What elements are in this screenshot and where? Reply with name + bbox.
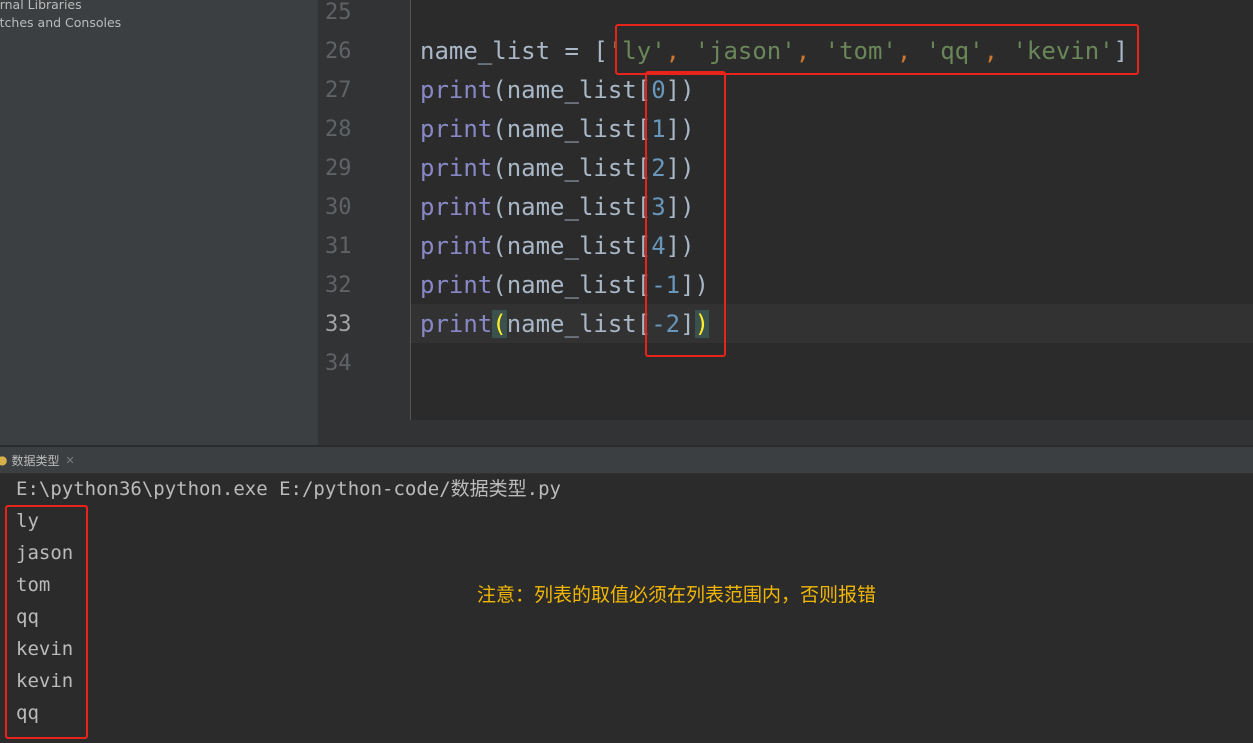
matched-paren: ( xyxy=(492,310,507,338)
builtin-print: print xyxy=(420,76,493,104)
tree-item-external-libraries[interactable]: ernal Libraries xyxy=(0,0,82,12)
console-command-line: E:\python36\python.exe E:/python-code/数据… xyxy=(16,478,561,500)
identifier: name_list xyxy=(506,232,637,260)
line-number: 29 xyxy=(325,156,352,181)
identifier: name_list xyxy=(506,154,637,182)
operator: = xyxy=(550,37,594,65)
identifier: name_list xyxy=(420,37,551,65)
bracket: [ xyxy=(593,37,608,65)
tree-item-scratches-and-consoles[interactable]: atches and Consoles xyxy=(0,15,121,30)
annotation-box-output xyxy=(5,505,88,739)
project-sidebar: ernal Libraries atches and Consoles xyxy=(0,0,318,445)
builtin-print: print xyxy=(420,232,493,260)
identifier: name_list xyxy=(506,193,637,221)
run-tab[interactable]: ● 数据类型 ✕ xyxy=(0,447,75,473)
identifier: name_list xyxy=(506,271,637,299)
builtin-print: print xyxy=(420,115,493,143)
builtin-print: print xyxy=(420,271,493,299)
line-number: 26 xyxy=(325,39,352,64)
run-tool-window-header: ● 数据类型 ✕ xyxy=(0,447,1253,474)
editor-footer-strip xyxy=(318,420,1253,445)
builtin-print: print xyxy=(420,193,493,221)
builtin-print: print xyxy=(420,310,493,338)
run-tab-label: 数据类型 xyxy=(11,453,60,468)
annotation-note: 注意：列表的取值必须在列表范围内，否则报错 xyxy=(477,584,877,606)
identifier: name_list xyxy=(506,115,637,143)
annotation-box-list-values xyxy=(615,24,1139,75)
run-console[interactable] xyxy=(0,474,1253,743)
annotation-box-indices xyxy=(645,71,726,357)
line-number: 27 xyxy=(325,78,352,103)
python-file-icon: ● xyxy=(0,453,8,467)
identifier: name_list xyxy=(506,310,637,338)
builtin-print: print xyxy=(420,154,493,182)
line-number-current: 33 xyxy=(325,312,352,337)
line-number: 34 xyxy=(325,351,352,376)
line-number: 25 xyxy=(325,0,352,25)
close-icon[interactable]: ✕ xyxy=(66,454,75,467)
line-number: 28 xyxy=(325,117,352,142)
gutter-separator xyxy=(410,0,411,420)
identifier: name_list xyxy=(506,76,637,104)
line-number: 30 xyxy=(325,195,352,220)
line-number: 32 xyxy=(325,273,352,298)
line-number: 31 xyxy=(325,234,352,259)
